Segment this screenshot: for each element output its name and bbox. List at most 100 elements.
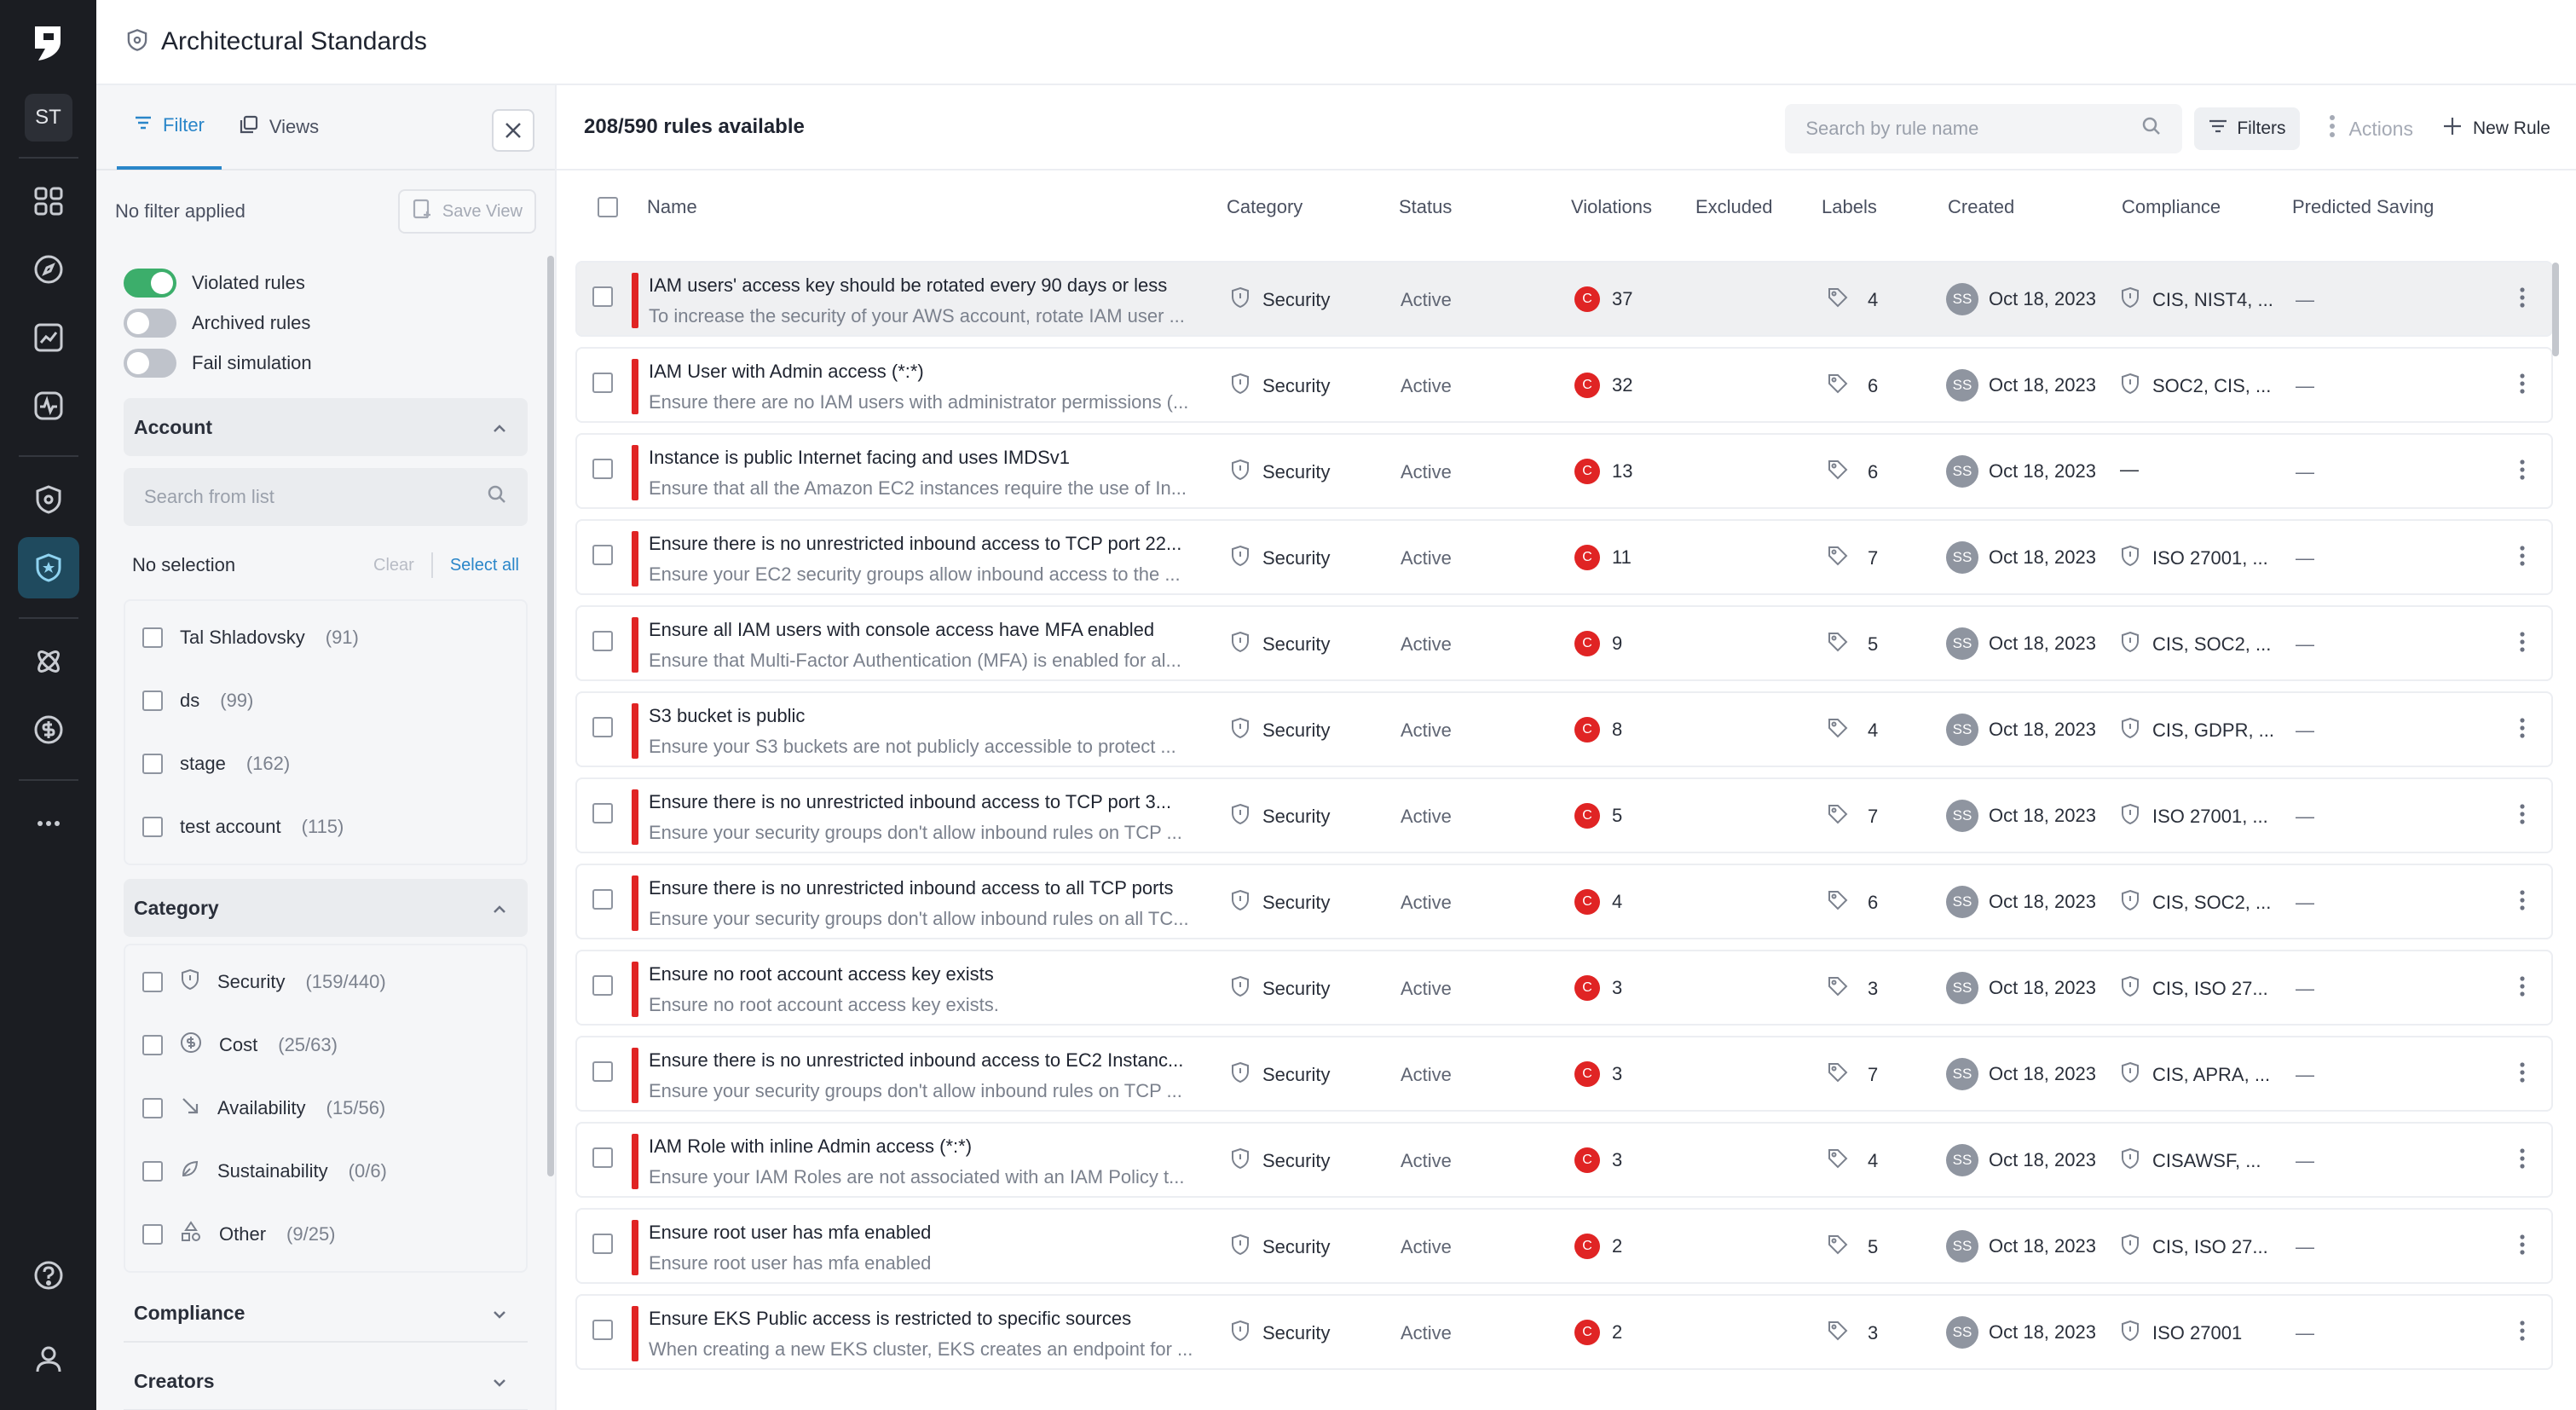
account-option[interactable]: test account (115) (125, 795, 526, 858)
col-violations[interactable]: Violations (1571, 196, 1652, 218)
violations-cell[interactable]: C8 (1574, 717, 1622, 743)
shield-star-icon[interactable] (17, 537, 79, 598)
table-scrollbar[interactable] (2552, 263, 2559, 356)
row-checkbox[interactable] (592, 631, 613, 651)
labels-cell[interactable]: 7 (1827, 803, 1878, 830)
row-checkbox[interactable] (592, 803, 613, 823)
labels-cell[interactable]: 4 (1827, 286, 1878, 314)
col-name[interactable]: Name (647, 196, 697, 218)
fail-simulation-switch[interactable] (124, 348, 176, 378)
rule-title[interactable]: Ensure EKS Public access is restricted t… (649, 1308, 1207, 1330)
col-created[interactable]: Created (1948, 196, 2014, 218)
row-menu-icon[interactable] (2519, 887, 2526, 918)
rule-name-cell[interactable]: Instance is public Internet facing and u… (649, 447, 1207, 500)
violations-cell[interactable]: C2 (1574, 1320, 1622, 1345)
labels-cell[interactable]: 3 (1827, 1320, 1878, 1347)
rule-title[interactable]: Ensure root user has mfa enabled (649, 1222, 1207, 1244)
violations-cell[interactable]: C9 (1574, 631, 1622, 656)
tab-filter[interactable]: Filter (117, 84, 222, 170)
row-checkbox[interactable] (592, 889, 613, 910)
rule-title[interactable]: Ensure there is no unrestricted inbound … (649, 533, 1207, 555)
compliance-section-header[interactable]: Compliance (124, 1285, 528, 1343)
compass-icon[interactable] (18, 239, 79, 300)
account-option[interactable]: stage (162) (125, 732, 526, 795)
checkbox[interactable] (142, 1035, 163, 1055)
col-excluded[interactable]: Excluded (1695, 196, 1773, 218)
violations-cell[interactable]: C3 (1574, 975, 1622, 1001)
select-all-checkbox[interactable] (598, 197, 618, 217)
user-icon[interactable] (18, 1328, 79, 1390)
logo-icon[interactable] (25, 19, 72, 66)
account-option[interactable]: Tal Shladovsky (91) (125, 606, 526, 669)
category-option-sustainability[interactable]: Sustainability (0/6) (125, 1140, 526, 1203)
table-row[interactable]: Ensure there is no unrestricted inbound … (575, 1036, 2553, 1112)
col-category[interactable]: Category (1227, 196, 1302, 218)
rule-name-cell[interactable]: IAM users' access key should be rotated … (649, 274, 1207, 327)
rule-title[interactable]: Ensure there is no unrestricted inbound … (649, 877, 1207, 899)
row-checkbox[interactable] (592, 286, 613, 307)
col-predicted-saving[interactable]: Predicted Saving (2292, 196, 2434, 218)
row-menu-icon[interactable] (2519, 371, 2526, 402)
rule-name-cell[interactable]: Ensure there is no unrestricted inbound … (649, 877, 1207, 930)
chart-icon[interactable] (18, 307, 79, 368)
archived-rules-switch[interactable] (124, 308, 176, 338)
checkbox[interactable] (142, 972, 163, 992)
help-icon[interactable] (18, 1245, 79, 1306)
col-labels[interactable]: Labels (1822, 196, 1877, 218)
clear-button[interactable]: Clear (373, 556, 414, 575)
checkbox[interactable] (142, 1224, 163, 1245)
rule-name-cell[interactable]: Ensure there is no unrestricted inbound … (649, 791, 1207, 844)
actions-button[interactable]: Actions (2312, 114, 2430, 143)
row-menu-icon[interactable] (2519, 457, 2526, 488)
row-menu-icon[interactable] (2519, 629, 2526, 660)
category-option-security[interactable]: Security (159/440) (125, 951, 526, 1014)
creators-section-header[interactable]: Creators (124, 1353, 528, 1410)
table-row[interactable]: Ensure there is no unrestricted inbound … (575, 519, 2553, 595)
row-menu-icon[interactable] (2519, 1232, 2526, 1263)
row-checkbox[interactable] (592, 1234, 613, 1254)
tab-views[interactable]: Views (222, 84, 336, 170)
violations-cell[interactable]: C4 (1574, 889, 1622, 915)
toggle-violated-rules[interactable]: Violated rules (96, 263, 555, 303)
violations-cell[interactable]: C 11 (1574, 545, 1632, 570)
table-row[interactable]: IAM Role with inline Admin access (*:*) E… (575, 1122, 2553, 1198)
checkbox[interactable] (142, 1098, 163, 1118)
row-checkbox[interactable] (592, 373, 613, 393)
row-checkbox[interactable] (592, 717, 613, 737)
rule-title[interactable]: Ensure there is no unrestricted inbound … (649, 1049, 1207, 1072)
category-section-header[interactable]: Category (124, 879, 528, 937)
col-status[interactable]: Status (1399, 196, 1452, 218)
rule-title[interactable]: Ensure all IAM users with console access… (649, 619, 1207, 641)
rule-name-cell[interactable]: Ensure there is no unrestricted inbound … (649, 1049, 1207, 1102)
labels-cell[interactable]: 6 (1827, 889, 1878, 916)
checkbox[interactable] (142, 1161, 163, 1182)
rule-name-cell[interactable]: Ensure there is no unrestricted inbound … (649, 533, 1207, 586)
category-option-cost[interactable]: Cost (25/63) (125, 1014, 526, 1077)
save-view-button[interactable]: Save View (397, 189, 536, 234)
toggle-archived-rules[interactable]: Archived rules (96, 303, 555, 343)
checkbox[interactable] (142, 817, 163, 837)
activity-icon[interactable] (18, 375, 79, 436)
violations-cell[interactable]: C3 (1574, 1061, 1622, 1087)
row-checkbox[interactable] (592, 1320, 613, 1340)
rule-title[interactable]: IAM Role with inline Admin access (*:*) (649, 1136, 1207, 1158)
violations-cell[interactable]: C2 (1574, 1234, 1622, 1259)
violations-cell[interactable]: C5 (1574, 803, 1622, 829)
labels-cell[interactable]: 6 (1827, 459, 1878, 486)
category-option-availability[interactable]: Availability (15/56) (125, 1077, 526, 1140)
row-menu-icon[interactable] (2519, 285, 2526, 315)
filter-pane-scrollbar[interactable] (547, 256, 554, 1176)
grid-icon[interactable] (18, 170, 79, 232)
col-compliance[interactable]: Compliance (2122, 196, 2221, 218)
violated-rules-switch[interactable] (124, 268, 176, 298)
table-row[interactable]: Ensure root user has mfa enabled Ensure r… (575, 1208, 2553, 1284)
new-rule-button[interactable]: New Rule (2442, 116, 2550, 142)
select-all-button[interactable]: Select all (450, 556, 519, 575)
labels-cell[interactable]: 4 (1827, 1147, 1878, 1175)
table-row[interactable]: Ensure there is no unrestricted inbound … (575, 777, 2553, 853)
row-menu-icon[interactable] (2519, 543, 2526, 574)
table-row[interactable]: IAM users' access key should be rotated … (575, 261, 2553, 337)
labels-cell[interactable]: 3 (1827, 975, 1878, 1003)
table-row[interactable]: S3 bucket is public Ensure your S3 bucket… (575, 691, 2553, 767)
rule-name-cell[interactable]: Ensure root user has mfa enabled Ensure r… (649, 1222, 1207, 1274)
